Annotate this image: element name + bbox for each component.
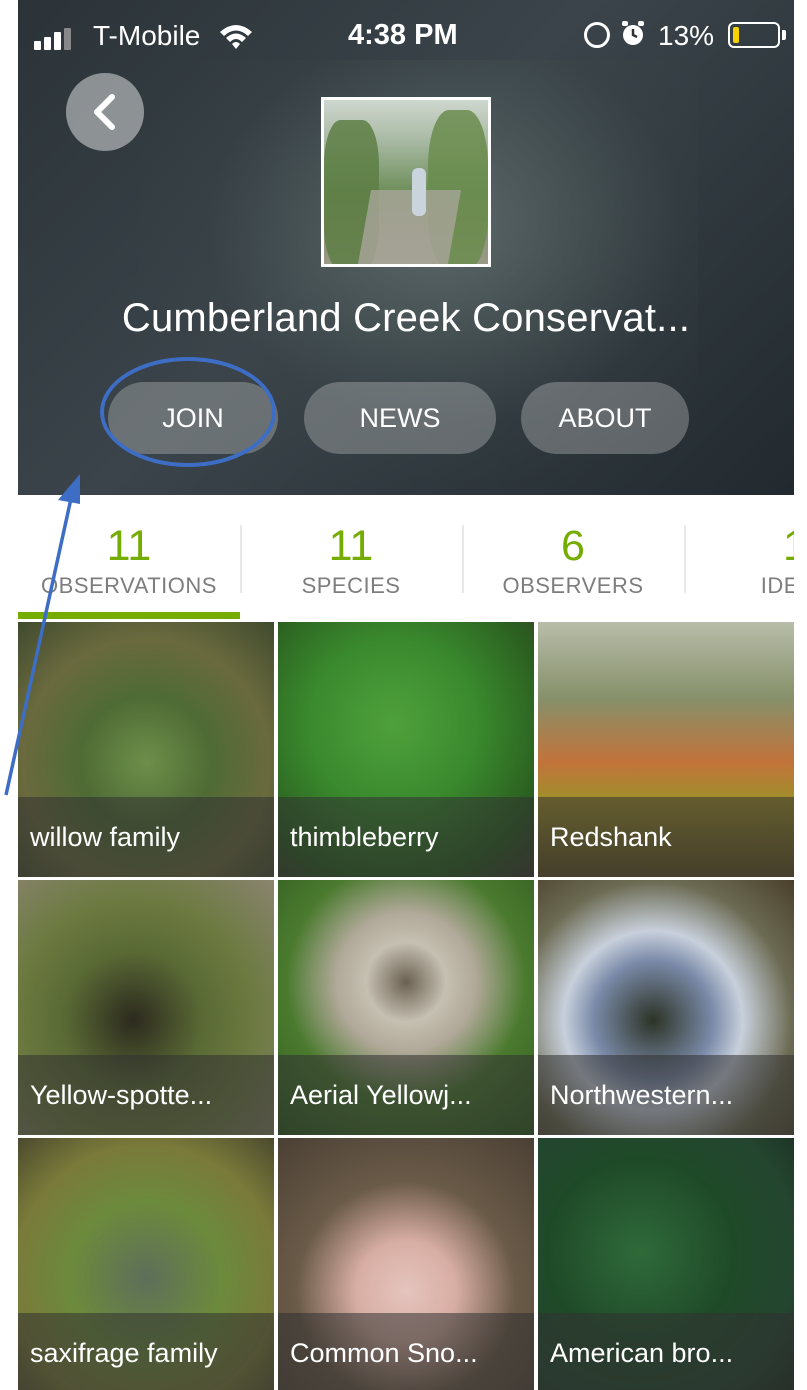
status-time: 4:38 PM: [348, 19, 458, 51]
about-button[interactable]: ABOUT: [521, 382, 689, 454]
project-title: Cumberland Creek Conservat...: [121, 296, 691, 340]
identifiers-label: IDENT: [760, 573, 794, 598]
carrier-name: T-Mobile: [93, 20, 201, 51]
project-icon-photo: [321, 97, 491, 267]
species-label: SPECIES: [301, 573, 401, 598]
join-button[interactable]: JOIN: [108, 382, 278, 454]
battery-icon: [728, 22, 780, 48]
observation-name: thimbleberry: [278, 797, 534, 877]
tab-identifiers[interactable]: 1 IDENT: [684, 523, 794, 599]
battery-tip: [782, 30, 786, 40]
observation-tile[interactable]: Redshank: [538, 622, 794, 877]
observation-tile[interactable]: Yellow-spotte...: [18, 880, 274, 1135]
identifiers-count: 1: [684, 523, 794, 569]
observation-name: Northwestern...: [538, 1055, 794, 1135]
alarm-icon: [622, 21, 644, 45]
observation-name: Aerial Yellowj...: [278, 1055, 534, 1135]
rotation-lock-icon: [584, 22, 610, 48]
observations-label: OBSERVATIONS: [41, 573, 217, 598]
chevron-left-icon: [94, 94, 115, 130]
tab-species[interactable]: 11 SPECIES: [240, 523, 462, 599]
battery-percentage: 13%: [658, 20, 715, 51]
tab-observers[interactable]: 6 OBSERVERS: [462, 523, 684, 599]
observation-name: American bro...: [538, 1313, 794, 1390]
observation-name: Common Sno...: [278, 1313, 534, 1390]
observation-name: Yellow-spotte...: [18, 1055, 274, 1135]
observation-tile[interactable]: Northwestern...: [538, 880, 794, 1135]
observation-tile[interactable]: Aerial Yellowj...: [278, 880, 534, 1135]
project-header: T-Mobile 4:38 PM 13% Cumberland Creek Co…: [18, 0, 794, 495]
observation-tile[interactable]: thimbleberry: [278, 622, 534, 877]
observation-name: willow family: [18, 797, 274, 877]
observation-tile[interactable]: American bro...: [538, 1138, 794, 1390]
observation-name: Redshank: [538, 797, 794, 877]
observation-tile[interactable]: Common Sno...: [278, 1138, 534, 1390]
observations-count: 11: [106, 522, 152, 570]
observation-name: saxifrage family: [18, 1313, 274, 1390]
app-screen: T-Mobile 4:38 PM 13% Cumberland Creek Co…: [18, 0, 794, 1390]
observation-tile[interactable]: saxifrage family: [18, 1138, 274, 1390]
back-button[interactable]: [66, 73, 144, 151]
battery-level: [733, 27, 739, 43]
stats-tab-bar: 11 OBSERVATIONS 11 SPECIES 6 OBSERVERS 1…: [18, 495, 794, 623]
observers-count: 6: [561, 522, 585, 570]
observers-label: OBSERVERS: [502, 573, 644, 598]
signal-icon: [34, 28, 71, 50]
status-bar: T-Mobile 4:38 PM 13%: [18, 0, 794, 70]
news-button[interactable]: NEWS: [304, 382, 496, 454]
species-count: 11: [328, 522, 374, 570]
observation-tile[interactable]: willow family: [18, 622, 274, 877]
wifi-icon: [220, 25, 252, 49]
active-tab-indicator: [18, 612, 240, 619]
tab-observations[interactable]: 11 OBSERVATIONS: [18, 523, 240, 599]
